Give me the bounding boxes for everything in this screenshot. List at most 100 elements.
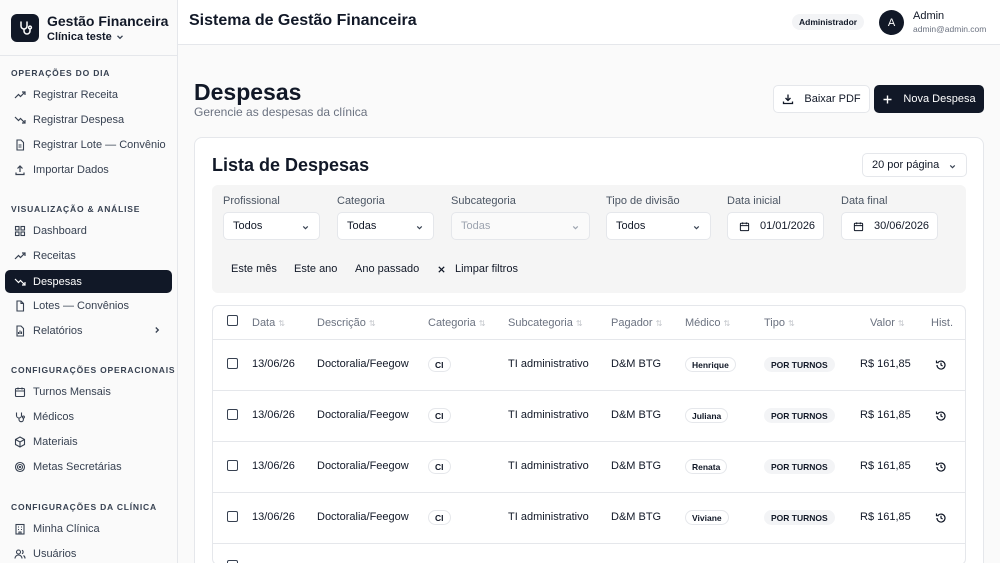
sidebar-item-label: Importar Dados xyxy=(33,163,109,176)
avatar[interactable]: A xyxy=(879,10,904,35)
column-header-tipo[interactable]: Tipo ⇅ xyxy=(764,317,795,329)
quick-filter-this-month[interactable]: Este mês xyxy=(231,263,277,275)
cell-descricao: Doctoralia/Feegow xyxy=(317,511,409,523)
sidebar-item-registrar-receita[interactable]: Registrar Receita xyxy=(5,83,172,106)
filter-tipo-divisao-select[interactable]: Todos xyxy=(606,212,711,240)
column-header-descricao[interactable]: Descrição ⇅ xyxy=(317,317,376,329)
sidebar-item-registrar-lote[interactable]: Registrar Lote — Convênio xyxy=(5,133,172,156)
type-badge: POR TURNOS xyxy=(764,357,835,372)
chevron-down-icon xyxy=(572,226,579,230)
column-header-label: Médico xyxy=(685,317,721,329)
users-icon xyxy=(14,548,26,560)
row-checkbox[interactable] xyxy=(227,358,238,369)
chevron-down-icon xyxy=(949,165,956,169)
sidebar-item-registrar-despesa[interactable]: Registrar Despesa xyxy=(5,108,172,131)
history-icon[interactable] xyxy=(935,410,947,422)
cell-valor: R$ 161,85 xyxy=(860,460,911,472)
download-pdf-label: Baixar PDF xyxy=(804,93,861,105)
brand-name: Gestão Financeira xyxy=(47,12,169,29)
column-header-label: Data xyxy=(252,317,276,329)
sidebar-item-importar-dados[interactable]: Importar Dados xyxy=(5,158,172,181)
brand-header: Gestão Financeira Clínica teste xyxy=(0,0,177,56)
column-header-valor[interactable]: Valor ⇅ xyxy=(870,317,905,329)
per-page-select[interactable]: 20 por página xyxy=(862,153,967,177)
cell-data: 13/06/26 xyxy=(252,460,295,472)
divider xyxy=(213,441,965,442)
row-checkbox[interactable] xyxy=(227,409,238,420)
column-header-categoria[interactable]: Categoria ⇅ xyxy=(428,317,485,329)
doctor-badge: Juliana xyxy=(685,408,729,423)
clinic-selector[interactable]: Clínica teste xyxy=(47,31,168,43)
sidebar-item-usuarios[interactable]: Usuários xyxy=(5,542,172,563)
select-all-checkbox[interactable] xyxy=(227,315,238,326)
quick-filter-last-year[interactable]: Ano passado xyxy=(355,263,419,275)
section-title-visualizacao: VISUALIZAÇÃO & ANÁLISE xyxy=(11,204,141,214)
column-header-label: Subcategoria xyxy=(508,317,573,329)
filter-data-inicial-input[interactable]: 01/01/2026 xyxy=(727,212,824,240)
sidebar-item-label: Materiais xyxy=(33,435,78,448)
column-header-subcategoria[interactable]: Subcategoria ⇅ xyxy=(508,317,583,329)
column-header-medico[interactable]: Médico ⇅ xyxy=(685,317,730,329)
sidebar-item-despesas[interactable]: Despesas xyxy=(5,270,172,293)
filter-tipo-divisao-value: Todos xyxy=(616,220,646,232)
target-icon xyxy=(14,461,26,473)
cell-subcategoria: TI administrativo xyxy=(508,511,589,523)
divider xyxy=(213,339,965,340)
column-header-label: Tipo xyxy=(764,317,785,329)
filter-categoria-select[interactable]: Todas xyxy=(337,212,434,240)
sidebar-item-receitas[interactable]: Receitas xyxy=(5,244,172,267)
cell-pagador: D&M BTG xyxy=(611,358,662,370)
type-badge: POR TURNOS xyxy=(764,408,835,423)
sort-icon: ⇅ xyxy=(897,318,905,328)
filter-profissional-select[interactable]: Todos xyxy=(223,212,320,240)
topbar: Sistema de Gestão Financeira Administrad… xyxy=(178,0,1000,45)
section-title-config-clinica: CONFIGURAÇÕES DA CLÍNICA xyxy=(11,502,157,512)
quick-filter-this-year[interactable]: Este ano xyxy=(294,263,337,275)
column-header-data[interactable]: Data ⇅ xyxy=(252,317,285,329)
report-icon xyxy=(14,324,26,337)
sort-icon: ⇅ xyxy=(478,318,486,328)
filter-label-subcategoria: Subcategoria xyxy=(451,195,516,207)
column-header-pagador[interactable]: Pagador ⇅ xyxy=(611,317,662,329)
sidebar-item-medicos[interactable]: Médicos xyxy=(5,405,172,428)
divider xyxy=(213,543,965,544)
sidebar-item-label: Relatórios xyxy=(33,324,83,337)
calendar-icon xyxy=(14,386,26,398)
new-expense-button[interactable]: Nova Despesa xyxy=(874,85,984,113)
filter-data-final-input[interactable]: 30/06/2026 xyxy=(841,212,938,240)
row-checkbox[interactable] xyxy=(227,460,238,471)
sidebar-item-lotes-convenios[interactable]: Lotes — Convênios xyxy=(5,294,172,317)
file-icon xyxy=(14,299,26,312)
sidebar-item-materiais[interactable]: Materiais xyxy=(5,430,172,453)
category-badge: CI xyxy=(428,408,451,423)
download-icon xyxy=(783,94,794,105)
cell-pagador: D&M BTG xyxy=(611,460,662,472)
clinic-name: Clínica teste xyxy=(47,30,112,43)
sidebar-item-label: Despesas xyxy=(33,275,82,288)
cell-descricao: Doctoralia/Feegow xyxy=(317,460,409,472)
row-checkbox[interactable] xyxy=(227,511,238,522)
filter-label-data-inicial: Data inicial xyxy=(727,195,781,207)
cell-descricao: Doctoralia/Feegow xyxy=(317,409,409,421)
history-icon[interactable] xyxy=(935,359,947,371)
sidebar-item-dashboard[interactable]: Dashboard xyxy=(5,219,172,242)
plus-icon xyxy=(883,95,892,103)
new-expense-label: Nova Despesa xyxy=(903,93,976,105)
column-header-label: Pagador xyxy=(611,317,653,329)
sidebar-item-turnos-mensais[interactable]: Turnos Mensais xyxy=(5,380,172,403)
main-content: Despesas Gerencie as despesas da clínica… xyxy=(178,45,1000,563)
history-icon[interactable] xyxy=(935,512,947,524)
sidebar-item-minha-clinica[interactable]: Minha Clínica xyxy=(5,517,172,540)
filter-subcategoria-select[interactable]: Todas xyxy=(451,212,590,240)
trend-up-icon xyxy=(14,250,26,262)
clear-filters-button[interactable]: Limpar filtros xyxy=(437,263,518,275)
filter-label-categoria: Categoria xyxy=(337,195,385,207)
sidebar-item-metas-secretarias[interactable]: Metas Secretárias xyxy=(5,455,172,478)
download-pdf-button[interactable]: Baixar PDF xyxy=(773,85,870,113)
calendar-icon xyxy=(739,221,750,231)
sidebar-item-relatorios[interactable]: Relatórios xyxy=(5,319,172,342)
box-icon xyxy=(14,435,26,448)
history-icon[interactable] xyxy=(935,461,947,473)
trend-down-icon xyxy=(14,114,26,126)
filter-label-tipo-divisao: Tipo de divisão xyxy=(606,195,680,207)
